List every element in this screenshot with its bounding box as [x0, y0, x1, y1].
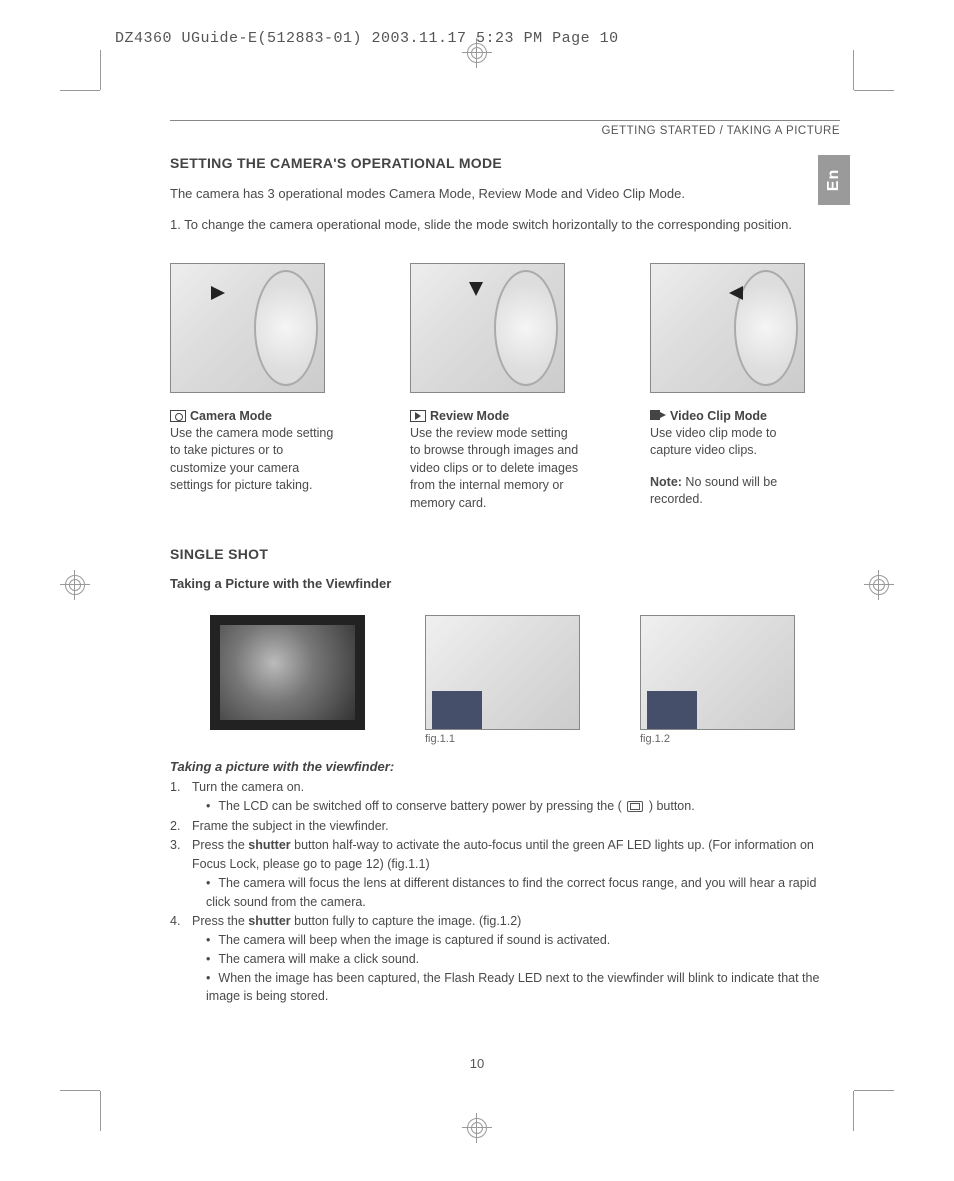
camera-fig12-image: [640, 615, 795, 730]
arrow-left-icon: [729, 286, 743, 300]
mode-review: Review Mode Use the review mode setting …: [410, 263, 580, 513]
lcd-icon: [627, 801, 643, 812]
top-rule: [170, 120, 840, 121]
step-3-bullet: The camera will focus the lens at differ…: [206, 874, 840, 912]
registration-target-icon: [462, 1113, 492, 1143]
page: DZ4360 UGuide-E(512883-01) 2003.11.17 5:…: [0, 0, 954, 1181]
arrow-down-icon: [469, 282, 483, 296]
mode-video-desc: Use video clip mode to capture video cli…: [650, 425, 820, 460]
shots-row: fig.1.1 fig.1.2: [210, 615, 840, 745]
note-label: Note:: [650, 475, 682, 489]
step-2-text: Frame the subject in the viewfinder.: [192, 819, 389, 833]
step-1-bullet: The LCD can be switched off to conserve …: [206, 797, 840, 816]
crop-mark: [854, 1090, 894, 1091]
crop-mark: [100, 1091, 101, 1131]
mode-review-image: [410, 263, 565, 393]
content-area: GETTING STARTED / TAKING A PICTURE SETTI…: [170, 120, 840, 1007]
video-icon: [650, 410, 666, 422]
mode-camera-desc: Use the camera mode setting to take pict…: [170, 425, 340, 495]
step-3: 3.Press the shutter button half-way to a…: [170, 836, 840, 911]
mode-video-note: Note: No sound will be recorded.: [650, 474, 820, 509]
mode-video: Video Clip Mode Use video clip mode to c…: [650, 263, 820, 513]
mode-review-title-line: Review Mode: [410, 409, 580, 423]
mode-camera-title-line: Camera Mode: [170, 409, 340, 423]
mode-camera-title: Camera Mode: [190, 409, 272, 423]
play-icon: [410, 410, 426, 422]
crop-mark: [853, 50, 854, 90]
mode-video-title-line: Video Clip Mode: [650, 409, 820, 423]
page-number: 10: [0, 1056, 954, 1071]
registration-target-icon: [864, 570, 894, 600]
mode-video-title: Video Clip Mode: [670, 409, 767, 423]
subheading-viewfinder: Taking a Picture with the Viewfinder: [170, 576, 840, 591]
step-1-text: 1. To change the camera operational mode…: [170, 216, 840, 235]
mode-video-image: [650, 263, 805, 393]
section-heading-single-shot: SINGLE SHOT: [170, 546, 840, 562]
crop-mark: [854, 90, 894, 91]
mode-review-desc: Use the review mode setting to browse th…: [410, 425, 580, 513]
step-2: 2.Frame the subject in the viewfinder.: [170, 817, 840, 836]
step-1-text: Turn the camera on.: [192, 780, 304, 794]
steps-list: 1.Turn the camera on. The LCD can be swi…: [170, 778, 840, 1006]
mode-camera: Camera Mode Use the camera mode setting …: [170, 263, 340, 513]
breadcrumb: GETTING STARTED / TAKING A PICTURE: [170, 125, 840, 137]
intro-paragraph: The camera has 3 operational modes Camer…: [170, 185, 840, 204]
shot-fig12: fig.1.2: [640, 615, 795, 745]
mode-review-title: Review Mode: [430, 409, 509, 423]
procedure-title: Taking a picture with the viewfinder:: [170, 759, 840, 774]
step-1: 1.Turn the camera on. The LCD can be swi…: [170, 778, 840, 816]
crop-mark: [853, 1091, 854, 1131]
crop-mark: [60, 90, 100, 91]
step-4-bullet-1: The camera will beep when the image is c…: [206, 931, 840, 950]
step-4-bullet-2: The camera will make a click sound.: [206, 950, 840, 969]
camera-icon: [170, 410, 186, 422]
section-heading-operational-mode: SETTING THE CAMERA'S OPERATIONAL MODE: [170, 155, 840, 171]
shot-photo: [210, 615, 365, 745]
crop-mark: [60, 1090, 100, 1091]
step-4-bullet-3: When the image has been captured, the Fl…: [206, 969, 840, 1007]
fig11-caption: fig.1.1: [425, 733, 580, 745]
print-slug: DZ4360 UGuide-E(512883-01) 2003.11.17 5:…: [115, 30, 619, 47]
mode-camera-image: [170, 263, 325, 393]
camera-fig11-image: [425, 615, 580, 730]
crop-mark: [100, 50, 101, 90]
fig12-caption: fig.1.2: [640, 733, 795, 745]
arrow-right-icon: [211, 286, 225, 300]
step-4: 4.Press the shutter button fully to capt…: [170, 912, 840, 1006]
modes-row: Camera Mode Use the camera mode setting …: [170, 263, 840, 513]
shot-fig11: fig.1.1: [425, 615, 580, 745]
registration-target-icon: [60, 570, 90, 600]
viewfinder-photo-image: [210, 615, 365, 730]
